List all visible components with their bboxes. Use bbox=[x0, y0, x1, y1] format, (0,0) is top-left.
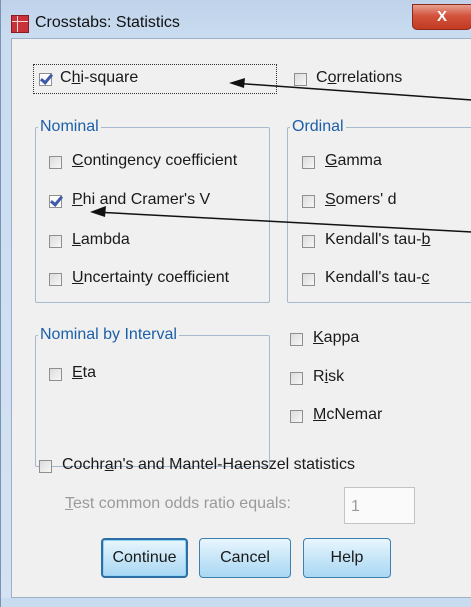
annotation-arrows bbox=[90, 78, 471, 233]
chi-square-annotation-arrow bbox=[232, 82, 471, 101]
crosstabs-statistics-dialog: Crosstabs: Statistics X Chi-square Corre… bbox=[0, 0, 471, 607]
phi-arrowhead bbox=[90, 206, 106, 217]
chi-square-arrowhead bbox=[229, 78, 245, 88]
phi-annotation-arrow bbox=[94, 211, 471, 233]
